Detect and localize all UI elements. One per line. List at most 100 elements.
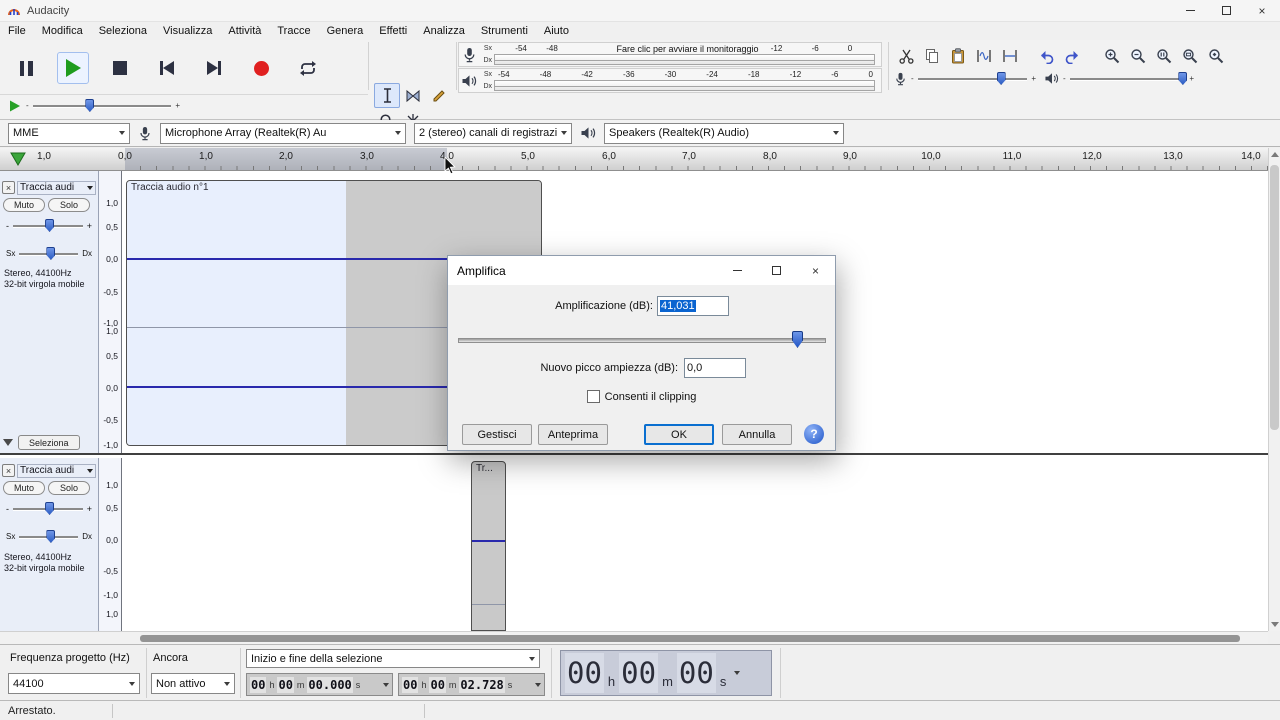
track-1-close-button[interactable]: ×: [2, 181, 15, 194]
track-1-vertical-ruler[interactable]: 1,0 0,5 0,0 -0,5 -1,0 1,0 0,5 0,0 -0,5 -…: [99, 171, 122, 453]
start-seconds[interactable]: 00.000: [307, 677, 352, 693]
play-speed-slider[interactable]: [33, 98, 172, 113]
menu-aiuto[interactable]: Aiuto: [536, 24, 577, 38]
menu-strumenti[interactable]: Strumenti: [473, 24, 536, 38]
menu-visualizza[interactable]: Visualizza: [155, 24, 220, 38]
horizontal-scrollbar-thumb[interactable]: [140, 635, 1240, 642]
playback-volume-thumb[interactable]: [1178, 72, 1187, 85]
track-2-gain-slider[interactable]: [13, 501, 83, 516]
track-1-gain-thumb[interactable]: [45, 219, 54, 232]
recording-meter[interactable]: Sx Dx -54 -48 Fare clic per avviare il m…: [458, 42, 882, 67]
track-2-mute-button[interactable]: Muto: [3, 481, 45, 495]
selection-start-field[interactable]: 00 h 00 m 00.000 s: [246, 673, 393, 696]
trim-audio-button[interactable]: [972, 44, 996, 68]
dialog-maximize-button[interactable]: [757, 256, 796, 285]
fit-selection-button[interactable]: [1152, 44, 1176, 68]
end-seconds[interactable]: 02.728: [459, 677, 504, 693]
envelope-tool-button[interactable]: [400, 83, 426, 108]
track-1-name-menu[interactable]: Traccia audi: [17, 181, 96, 195]
start-hours[interactable]: 00: [250, 677, 266, 693]
scroll-down-arrow[interactable]: [1271, 622, 1279, 627]
track-2-name-menu[interactable]: Traccia audi: [17, 464, 96, 478]
silence-audio-button[interactable]: [998, 44, 1022, 68]
project-rate-select[interactable]: 44100: [8, 673, 140, 694]
snap-select[interactable]: Non attivo: [151, 673, 235, 694]
maximize-button[interactable]: [1208, 0, 1244, 21]
menu-genera[interactable]: Genera: [319, 24, 372, 38]
audio-host-select[interactable]: MME: [8, 123, 130, 144]
playback-device-select[interactable]: Speakers (Realtek(R) Audio): [604, 123, 844, 144]
track-1-solo-button[interactable]: Solo: [48, 198, 90, 212]
amplification-input[interactable]: 41,031: [657, 296, 729, 316]
stop-button[interactable]: [104, 52, 136, 84]
ok-button[interactable]: OK: [644, 424, 714, 445]
zoom-out-button[interactable]: [1126, 44, 1150, 68]
redo-button[interactable]: [1060, 44, 1084, 68]
playback-meter[interactable]: Sx Dx -54 -48 -42 -36 -30 -24 -18 -12 -6…: [458, 68, 882, 93]
pause-button[interactable]: [10, 52, 42, 84]
skip-to-start-button[interactable]: [151, 52, 183, 84]
selection-tool-button[interactable]: [374, 83, 400, 108]
cut-button[interactable]: [894, 44, 918, 68]
chevron-down-icon[interactable]: [734, 671, 740, 675]
timeline-ruler[interactable]: 1,0 0,0 1,0 2,0 3,0 4,0 5,0 6,0 7,0 8,0 …: [0, 148, 1268, 171]
timeline-options-pointer[interactable]: [10, 152, 26, 166]
track-2-waveform-area[interactable]: Tr...: [123, 458, 1268, 631]
cancel-button[interactable]: Annulla: [722, 424, 792, 445]
skip-to-end-button[interactable]: [198, 52, 230, 84]
track-2-gain-thumb[interactable]: [45, 502, 54, 515]
track-1-mute-button[interactable]: Muto: [3, 198, 45, 212]
loop-button[interactable]: [292, 52, 324, 84]
menu-attivita[interactable]: Attività: [220, 24, 269, 38]
paste-button[interactable]: [946, 44, 970, 68]
recording-device-select[interactable]: Microphone Array (Realtek(R) Au: [160, 123, 406, 144]
track-1-select-button[interactable]: Seleziona: [18, 435, 80, 450]
selection-end-field[interactable]: 00 h 00 m 02.728 s: [398, 673, 545, 696]
menu-effetti[interactable]: Effetti: [371, 24, 415, 38]
chevron-down-icon[interactable]: [383, 683, 389, 687]
manage-button[interactable]: Gestisci: [462, 424, 532, 445]
track-2-pan-thumb[interactable]: [46, 530, 55, 543]
menu-file[interactable]: File: [0, 24, 34, 38]
position-minutes[interactable]: 00: [619, 653, 658, 693]
audio-position-display[interactable]: 00 h 00 m 00 s: [560, 650, 772, 696]
dialog-close-button[interactable]: ×: [796, 256, 835, 285]
preview-button[interactable]: Anteprima: [538, 424, 608, 445]
recording-channels-select[interactable]: 2 (stereo) canali di registrazi: [414, 123, 572, 144]
help-button[interactable]: ?: [804, 424, 824, 444]
playback-volume-slider[interactable]: [1070, 71, 1186, 86]
undo-button[interactable]: [1034, 44, 1058, 68]
close-button[interactable]: ×: [1244, 0, 1280, 21]
track-2-vertical-ruler[interactable]: 1,0 0,5 0,0 -0,5 -1,0 1,0: [99, 458, 122, 631]
menu-analizza[interactable]: Analizza: [415, 24, 473, 38]
track-1-collapse-icon[interactable]: [3, 439, 13, 446]
zoom-in-button[interactable]: [1100, 44, 1124, 68]
dialog-minimize-button[interactable]: [718, 256, 757, 285]
track-1-gain-slider[interactable]: [13, 218, 83, 233]
play-at-speed-button[interactable]: [8, 99, 22, 113]
allow-clipping-checkbox[interactable]: [587, 390, 600, 403]
selection-mode-select[interactable]: Inizio e fine della selezione: [246, 649, 540, 668]
start-minutes[interactable]: 00: [277, 677, 293, 693]
track-2-clip[interactable]: Tr...: [471, 461, 506, 631]
end-minutes[interactable]: 00: [429, 677, 445, 693]
track-2-close-button[interactable]: ×: [2, 464, 15, 477]
position-hours[interactable]: 00: [565, 653, 604, 693]
menu-tracce[interactable]: Tracce: [269, 24, 318, 38]
new-peak-input[interactable]: 0,0: [684, 358, 746, 378]
minimize-button[interactable]: [1172, 0, 1208, 21]
fit-project-button[interactable]: [1178, 44, 1202, 68]
amplification-slider-thumb[interactable]: [792, 331, 803, 348]
end-hours[interactable]: 00: [402, 677, 418, 693]
position-seconds[interactable]: 00: [677, 653, 716, 693]
recording-volume-slider[interactable]: [918, 71, 1028, 86]
scroll-up-arrow[interactable]: [1271, 152, 1279, 157]
copy-button[interactable]: [920, 44, 944, 68]
recording-volume-thumb[interactable]: [997, 72, 1006, 85]
draw-tool-button[interactable]: [426, 83, 452, 108]
play-speed-thumb[interactable]: [85, 99, 94, 112]
track-2-pan-slider[interactable]: [19, 529, 78, 544]
chevron-down-icon[interactable]: [535, 683, 541, 687]
vertical-scrollbar-thumb[interactable]: [1270, 165, 1279, 430]
zoom-toggle-button[interactable]: [1204, 44, 1228, 68]
